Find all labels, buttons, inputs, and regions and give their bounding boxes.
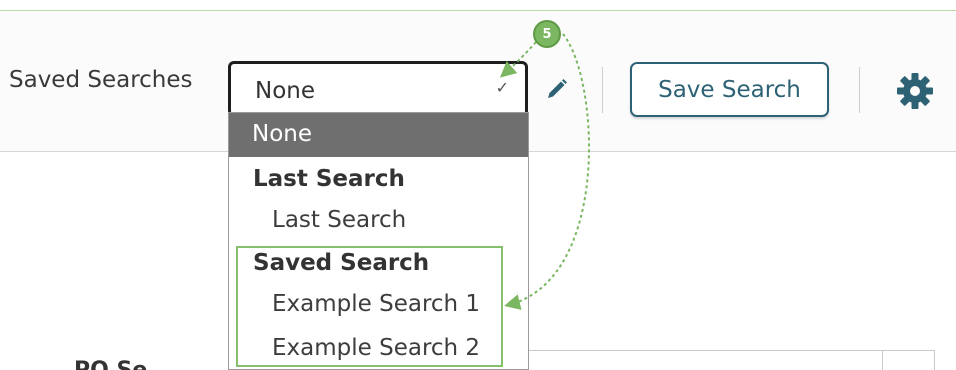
- background-input-button: [882, 350, 935, 370]
- dropdown-group-last-search: Last Search: [253, 166, 405, 192]
- dropdown-option-last-search[interactable]: Last Search: [229, 207, 528, 233]
- background-field-label: PO Se: [74, 358, 147, 370]
- saved-search-select[interactable]: None ✓: [228, 61, 528, 117]
- dropdown-option-none[interactable]: None: [229, 113, 528, 157]
- select-value: None: [255, 78, 316, 104]
- saved-search-highlight: [236, 246, 503, 367]
- background-input: [529, 350, 935, 370]
- save-search-button[interactable]: Save Search: [630, 62, 829, 117]
- toolbar-divider: [602, 67, 603, 113]
- chevron-down-icon: ✓: [495, 78, 509, 97]
- gear-icon[interactable]: [895, 71, 935, 111]
- step-number-badge: 5: [533, 20, 561, 48]
- toolbar-divider: [859, 67, 860, 113]
- pencil-icon[interactable]: [545, 77, 569, 101]
- saved-searches-label: Saved Searches: [9, 67, 193, 93]
